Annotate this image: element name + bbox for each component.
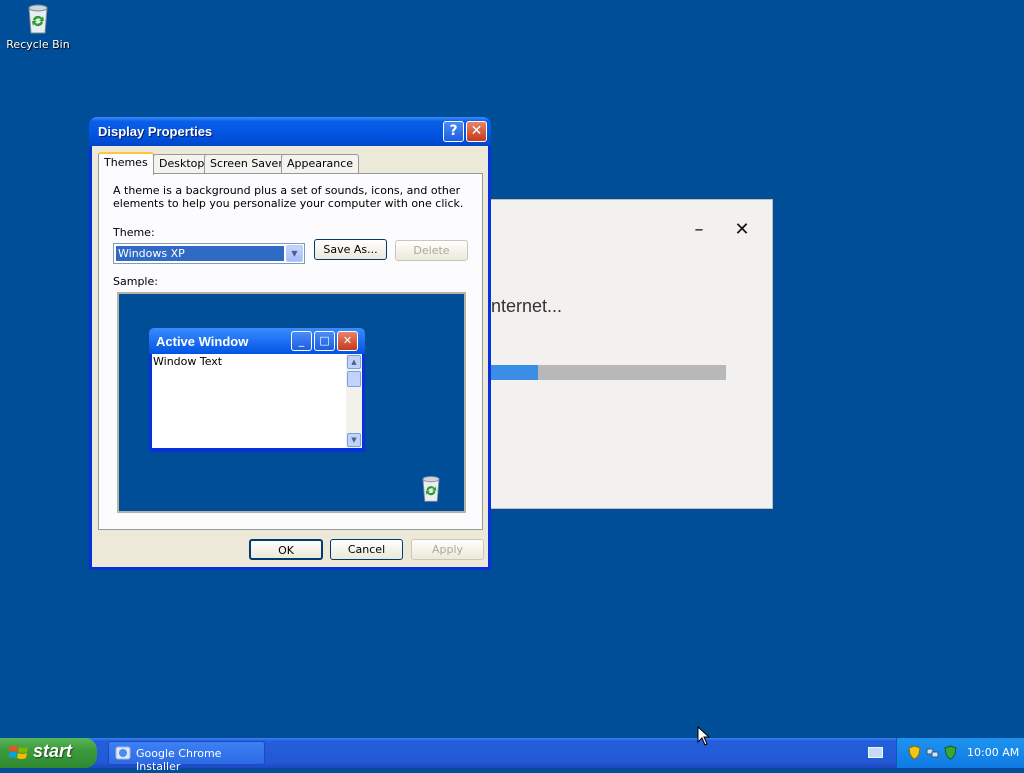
sample-close-icon: ✕	[337, 331, 358, 351]
keyboard-icon[interactable]	[868, 747, 883, 758]
chrome-installer-window: – ✕ nternet...	[488, 199, 773, 509]
installer-close-button[interactable]: ✕	[730, 218, 754, 242]
dialog-titlebar[interactable]: Display Properties ? ✕	[89, 117, 491, 146]
taskbar-item-label: Google Chrome Installer	[136, 747, 222, 773]
tab-screen-saver[interactable]: Screen Saver	[204, 154, 289, 174]
theme-label: Theme:	[113, 226, 155, 239]
security-shield-icon[interactable]	[907, 745, 922, 760]
close-button[interactable]: ✕	[466, 121, 487, 142]
taskbar: start Google Chrome Installer 10:00 AM	[0, 738, 1024, 773]
installer-minimize-button[interactable]: –	[687, 218, 711, 242]
sample-window-body: Window Text ▲ ▼	[152, 354, 362, 448]
sample-scrollbar: ▲ ▼	[346, 354, 362, 448]
theme-description: A theme is a background plus a set of so…	[113, 184, 464, 210]
tab-desktop[interactable]: Desktop	[153, 154, 211, 174]
sample-minimize-icon: _	[291, 331, 312, 351]
theme-dropdown[interactable]: Windows XP ▼	[113, 243, 305, 264]
sample-window-text: Window Text	[153, 355, 223, 368]
start-button[interactable]: start	[0, 738, 97, 768]
windows-logo-icon	[9, 746, 28, 759]
recycle-bin-icon	[28, 4, 48, 34]
system-tray: 10:00 AM	[896, 738, 1024, 768]
dialog-title: Display Properties	[98, 124, 213, 139]
chevron-down-icon[interactable]: ▼	[286, 245, 303, 262]
recycle-bin-desktop-icon[interactable]: Recycle Bin	[4, 0, 72, 51]
installer-progress-fill	[491, 365, 538, 380]
save-as-button[interactable]: Save As...	[314, 239, 387, 260]
recycle-bin-label: Recycle Bin	[6, 38, 70, 51]
installer-progress-bar	[491, 365, 726, 380]
network-icon[interactable]	[925, 745, 940, 760]
themes-panel: A theme is a background plus a set of so…	[98, 173, 483, 530]
tab-appearance[interactable]: Appearance	[281, 154, 360, 174]
scroll-up-icon: ▲	[347, 355, 361, 369]
chrome-installer-icon	[115, 746, 131, 760]
tab-themes[interactable]: Themes	[98, 152, 154, 175]
start-label: start	[33, 741, 73, 761]
sample-maximize-icon: □	[314, 331, 335, 351]
apply-button: Apply	[411, 539, 484, 560]
ok-button[interactable]: OK	[249, 539, 323, 560]
installer-status-text: nternet...	[491, 296, 563, 316]
sample-label: Sample:	[113, 275, 158, 288]
close-icon: ✕	[470, 123, 483, 139]
delete-button: Delete	[395, 240, 468, 261]
cancel-button[interactable]: Cancel	[330, 539, 403, 560]
shield-check-icon[interactable]	[943, 745, 958, 760]
scroll-down-icon: ▼	[347, 433, 361, 447]
help-button[interactable]: ?	[443, 121, 464, 142]
sample-recycle-bin-icon	[422, 476, 440, 502]
sample-active-window: Active Window _ □ ✕ Window Text ▲ ▼	[149, 328, 365, 452]
scroll-thumb	[347, 371, 361, 387]
mouse-cursor-icon	[697, 726, 711, 746]
display-properties-dialog: Display Properties ? ✕ Themes Desktop Sc…	[89, 117, 491, 570]
theme-dropdown-value: Windows XP	[116, 246, 284, 261]
theme-sample-preview: Active Window _ □ ✕ Window Text ▲ ▼	[117, 292, 466, 513]
taskbar-item-chrome-installer[interactable]: Google Chrome Installer	[108, 741, 265, 773]
clock: 10:00 AM	[967, 746, 1020, 759]
